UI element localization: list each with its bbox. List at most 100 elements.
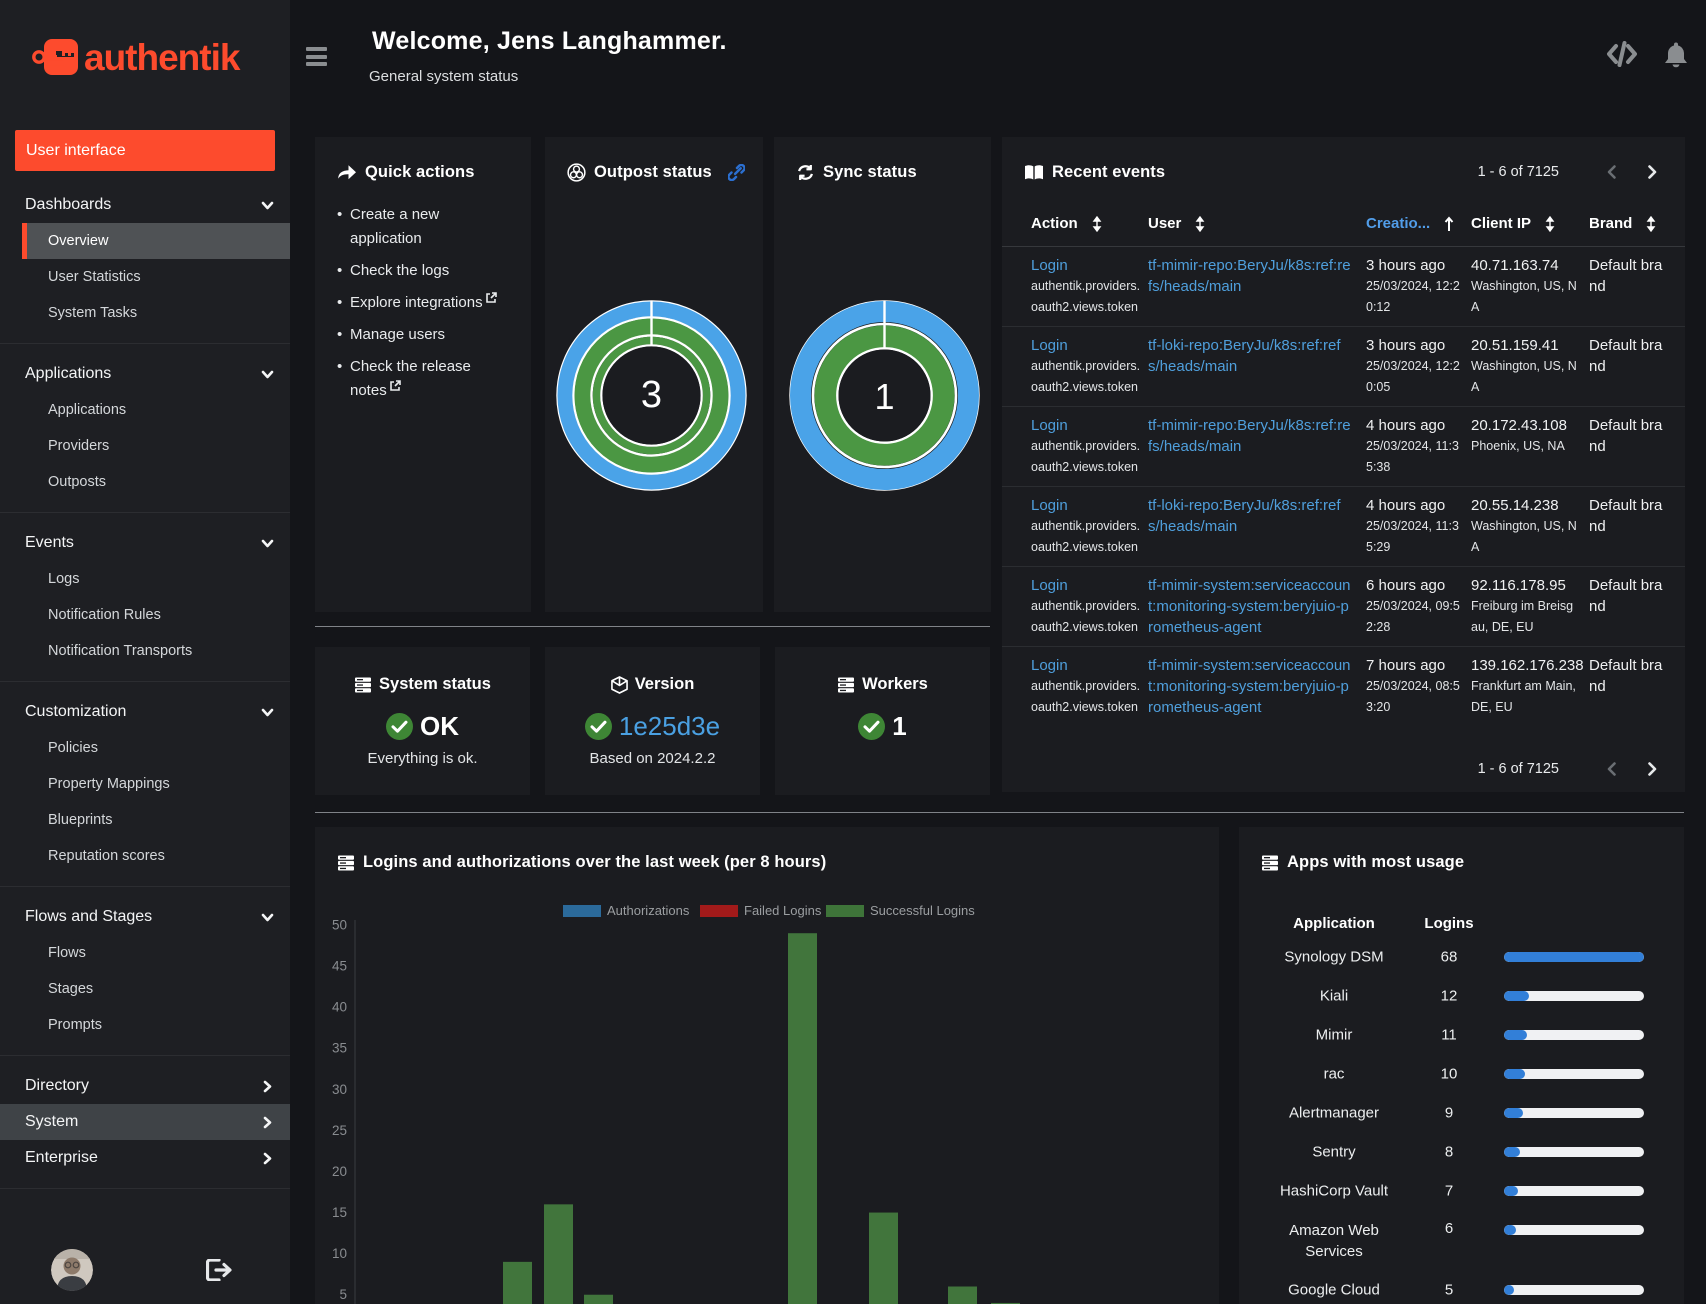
version-link[interactable]: 1e25d3e [619, 711, 720, 742]
sidebar-item-policies[interactable]: Policies [22, 730, 290, 766]
app-usage-bar [1504, 1185, 1644, 1196]
event-user-cell: tf-mimir-repo:BeryJu/k8s:ref:refs/heads/… [1148, 415, 1352, 457]
sync-count: 1 [874, 376, 895, 417]
apps-table-row: HashiCorp Vault 7 [1239, 1171, 1684, 1210]
events-column-client-ip[interactable]: Client IP [1471, 215, 1578, 232]
sidebar-item-prompts[interactable]: Prompts [22, 1007, 290, 1043]
quick-actions-card: Quick actions • Create a new application •… [315, 137, 531, 612]
events-pagination-bottom: 1 - 6 of 7125 [1478, 760, 1661, 778]
sidebar-item-enterprise[interactable]: Enterprise [0, 1140, 290, 1176]
app-usage-bar [1504, 1107, 1644, 1118]
quick-action-item: • Check the release notes [337, 355, 502, 403]
sidebar-item-notification-rules[interactable]: Notification Rules [22, 597, 290, 633]
authentik-logo[interactable]: authentik [32, 34, 262, 80]
event-action-link[interactable]: Login [1031, 575, 1068, 596]
pagination-next-icon[interactable] [1643, 163, 1661, 181]
nav-toggle-icon[interactable] [306, 47, 327, 66]
quick-action-manage-users[interactable]: Manage users [350, 323, 445, 347]
divider [315, 812, 1684, 813]
avatar[interactable] [51, 1249, 93, 1291]
version-title: Version [545, 675, 760, 694]
app-logins-count: 9 [1444, 1104, 1454, 1121]
event-action-link[interactable]: Login [1031, 495, 1068, 516]
sidebar-item-label: Enterprise [25, 1149, 98, 1166]
sidebar-item-notification-transports[interactable]: Notification Transports [22, 633, 290, 669]
sidebar-section-dashboards: Dashboards Overview User Statistics System … [0, 187, 290, 344]
user-interface-button[interactable]: User interface [15, 130, 275, 171]
y-tick-label: 35 [332, 1041, 347, 1056]
apps-column-logins: Logins [1424, 915, 1474, 932]
event-user-link[interactable]: tf-mimir-system:serviceaccount:monitorin… [1148, 575, 1352, 638]
version-value: 1e25d3e [545, 711, 760, 742]
pagination-next-icon[interactable] [1643, 760, 1661, 778]
quick-action-check-the-release-notes[interactable]: Check the release notes [350, 355, 502, 403]
quick-action-create-a-new-application[interactable]: Create a new application [350, 203, 502, 251]
sidebar-item-flows-and-stages[interactable]: Flows and Stages [0, 899, 290, 935]
sidebar-item-providers[interactable]: Providers [22, 428, 290, 464]
sidebar-item-user-statistics[interactable]: User Statistics [22, 259, 290, 295]
event-location: Freiburg im Breisgau, DE, EU [1471, 599, 1574, 634]
sidebar-item-applications[interactable]: Applications [22, 392, 290, 428]
event-user-link[interactable]: tf-loki-repo:BeryJu/k8s:ref:refs/heads/m… [1148, 335, 1352, 377]
recent-events-card: Recent events 1 - 6 of 7125 Action User Cr… [1002, 137, 1685, 792]
events-table-row: Login authentik.providers.oauth2.views.to… [1002, 247, 1685, 327]
outpost-count: 3 [640, 374, 663, 416]
sidebar-item-overview[interactable]: Overview [22, 223, 290, 259]
sidebar-item-reputation-scores[interactable]: Reputation scores [22, 838, 290, 874]
sidebar-item-customization[interactable]: Customization [0, 694, 290, 730]
logout-icon[interactable] [205, 1258, 232, 1282]
link-icon[interactable] [727, 164, 745, 181]
event-user-cell: tf-mimir-repo:BeryJu/k8s:ref:refs/heads/… [1148, 255, 1352, 297]
event-action-link[interactable]: Login [1031, 415, 1068, 436]
y-tick-label: 20 [332, 1164, 347, 1179]
event-date: 25/03/2024, 11:35:29 [1366, 519, 1459, 554]
app-usage-bar-fill [1504, 1146, 1520, 1157]
app-usage-bar-fill [1504, 990, 1529, 1001]
sidebar: authentik User interface Dashboards Overv… [0, 0, 290, 1304]
event-brand-cell: Default brand [1589, 495, 1665, 537]
events-column-user[interactable]: User [1148, 215, 1352, 232]
quick-action-item: • Manage users [337, 323, 502, 347]
quick-action-check-the-logs[interactable]: Check the logs [350, 259, 449, 283]
sidebar-item-events[interactable]: Events [0, 525, 290, 561]
quick-action-explore-integrations[interactable]: Explore integrations [350, 291, 497, 315]
app-usage-bar-fill [1504, 1029, 1527, 1040]
event-date: 25/03/2024, 11:35:38 [1366, 439, 1459, 474]
event-user-link[interactable]: tf-loki-repo:BeryJu/k8s:ref:refs/heads/m… [1148, 495, 1352, 537]
pagination-prev-icon[interactable] [1603, 760, 1621, 778]
sidebar-item-stages[interactable]: Stages [22, 971, 290, 1007]
events-column-brand[interactable]: Brand [1589, 215, 1665, 232]
sidebar-item-flows[interactable]: Flows [22, 935, 290, 971]
sidebar-item-system[interactable]: System [0, 1104, 290, 1140]
event-ip: 139.162.176.238 [1471, 657, 1584, 674]
sidebar-item-directory[interactable]: Directory [0, 1068, 290, 1104]
chevron-right-icon [263, 1116, 272, 1128]
event-app-label: authentik.providers.oauth2.views.token [1031, 439, 1141, 474]
event-user-link[interactable]: tf-mimir-repo:BeryJu/k8s:ref:refs/heads/… [1148, 415, 1352, 457]
sidebar-item-applications[interactable]: Applications [0, 356, 290, 392]
event-user-link[interactable]: tf-mimir-system:serviceaccount:monitorin… [1148, 655, 1352, 718]
sidebar-item-blueprints[interactable]: Blueprints [22, 802, 290, 838]
event-action-link[interactable]: Login [1031, 655, 1068, 676]
api-code-icon[interactable] [1606, 40, 1638, 68]
version-subtitle: Based on 2024.2.2 [589, 750, 716, 767]
sidebar-item-system-tasks[interactable]: System Tasks [22, 295, 290, 331]
event-action-link[interactable]: Login [1031, 335, 1068, 356]
event-action-link[interactable]: Login [1031, 255, 1068, 276]
notifications-bell-icon[interactable] [1664, 41, 1688, 68]
bullet: • [337, 326, 343, 343]
chevron-right-icon [263, 1080, 272, 1092]
event-user-link[interactable]: tf-mimir-repo:BeryJu/k8s:ref:refs/heads/… [1148, 255, 1352, 297]
app-usage-bar [1504, 1029, 1644, 1040]
event-app-label: authentik.providers.oauth2.views.token [1031, 279, 1141, 314]
sidebar-item-dashboards[interactable]: Dashboards [0, 187, 290, 223]
sidebar-item-outposts[interactable]: Outposts [22, 464, 290, 500]
sidebar-item-logs[interactable]: Logs [22, 561, 290, 597]
events-column-creatio-[interactable]: Creatio... [1366, 215, 1462, 232]
pagination-prev-icon[interactable] [1603, 163, 1621, 181]
events-column-action[interactable]: Action [1031, 215, 1143, 232]
app-usage-bar-fill [1504, 1185, 1518, 1196]
column-label: Creatio... [1366, 215, 1431, 232]
system-status-subtitle: Everything is ok. [367, 750, 478, 767]
sidebar-item-property-mappings[interactable]: Property Mappings [22, 766, 290, 802]
